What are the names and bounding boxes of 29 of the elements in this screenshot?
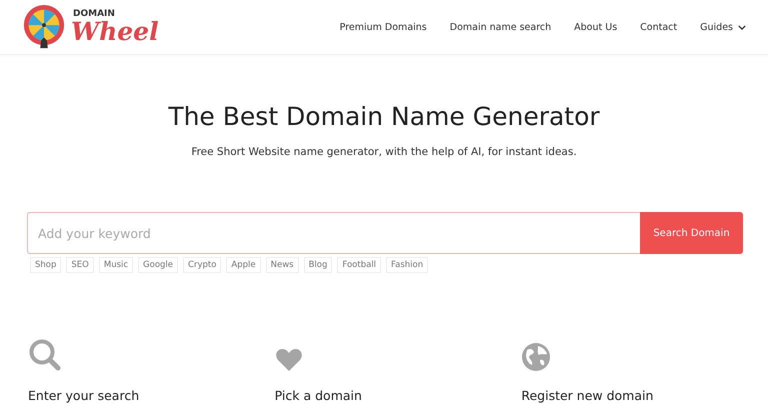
keyword-tag[interactable]: Google xyxy=(138,257,178,273)
logo-wordmark: Wheel xyxy=(71,19,159,44)
nav-link[interactable]: Guides xyxy=(700,22,746,32)
heart-icon xyxy=(274,348,303,372)
step-label: Register new domain xyxy=(521,388,654,403)
keyword-tag[interactable]: Crypto xyxy=(183,257,222,273)
nav-link[interactable]: Domain name search xyxy=(450,22,552,32)
keyword-tag[interactable]: Blog xyxy=(304,257,332,273)
nav-link[interactable]: Contact xyxy=(640,22,678,32)
step-label: Pick a domain xyxy=(274,388,362,403)
logo-wordmark-top: DOMAIN xyxy=(73,10,116,19)
chevron-down-icon xyxy=(738,24,746,30)
search-domain-button[interactable]: Search Domain xyxy=(640,212,743,254)
search-icon xyxy=(28,338,62,372)
keyword-search-field[interactable]: Add your keyword xyxy=(27,212,640,254)
keyword-tag[interactable]: Football xyxy=(337,257,382,273)
step-label: Enter your search xyxy=(28,388,140,403)
page-subtitle: Free Short Website name generator, with the help of AI, for instant ideas. xyxy=(190,146,578,158)
keyword-tag[interactable]: Shop xyxy=(30,257,62,273)
keyword-tag[interactable]: News xyxy=(266,257,299,273)
wheel-icon xyxy=(21,4,67,50)
keyword-tag[interactable]: SEO xyxy=(66,257,94,273)
keyword-tag[interactable]: Music xyxy=(98,257,134,273)
keyword-tag[interactable]: Apple xyxy=(226,257,261,273)
nav-link[interactable]: Premium Domains xyxy=(340,22,427,32)
keyword-tag[interactable]: Fashion xyxy=(386,257,428,273)
page-title: The Best Domain Name Generator xyxy=(167,102,601,131)
globe-icon xyxy=(521,342,552,372)
nav-link[interactable]: About Us xyxy=(574,22,618,32)
